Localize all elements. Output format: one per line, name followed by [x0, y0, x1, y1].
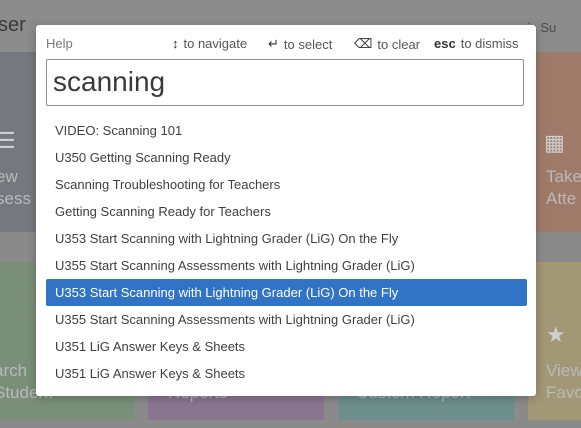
esc-key-label: esc	[434, 36, 456, 51]
help-result-item[interactable]: Getting Scanning Ready for Teachers	[46, 198, 527, 225]
hint-clear-text: to clear	[377, 36, 421, 52]
hint-navigate: ↕ to navigate	[172, 36, 247, 51]
keyboard-hints: Help ↕ to navigate ↵ to select ⌫ to clea…	[36, 36, 536, 52]
up-down-arrow-icon: ↕	[172, 36, 179, 51]
hint-dismiss: esc to dismiss	[434, 36, 519, 51]
help-result-item-selected[interactable]: U353 Start Scanning with Lightning Grade…	[46, 279, 527, 306]
help-label: Help	[46, 36, 73, 51]
hint-select-text: to select	[283, 36, 333, 52]
tile-take-attendance-label: Take Atte	[546, 167, 581, 208]
help-result-item[interactable]: U351 LiG Answer Keys & Sheets	[46, 360, 527, 387]
help-result-item[interactable]: Scanning Troubleshooting for Teachers	[46, 171, 527, 198]
tile-new-assessment: ☰ ew sess	[0, 52, 36, 232]
hint-dismiss-text: to dismiss	[460, 36, 519, 51]
help-result-item[interactable]: U353 Start Scanning with Lightning Grade…	[46, 225, 527, 252]
tile-new-assessment-label: ew sess	[0, 167, 31, 208]
calendar-icon: ▦	[544, 130, 565, 155]
help-search-dialog: Help ↕ to navigate ↵ to select ⌫ to clea…	[36, 25, 536, 396]
hint-clear: ⌫ to clear	[354, 36, 420, 52]
help-result-item[interactable]: U355 Start Scanning Assessments with Lig…	[46, 306, 527, 333]
backspace-key-icon: ⌫	[354, 36, 373, 51]
help-results-list: VIDEO: Scanning 101 U350 Getting Scannin…	[46, 117, 527, 387]
tile-view-favorites-label: View Favo	[546, 361, 581, 402]
page-title: ser	[0, 14, 26, 36]
hint-navigate-text: to navigate	[183, 36, 248, 51]
tile-take-attendance: ▦ Take Atte	[532, 52, 581, 232]
help-result-item[interactable]: U351 LiG Answer Keys & Sheets	[46, 333, 527, 360]
hint-select: ↵ to select	[268, 36, 332, 52]
help-result-item[interactable]: VIDEO: Scanning 101	[46, 117, 527, 144]
help-result-item[interactable]: U350 Getting Scanning Ready	[46, 144, 527, 171]
list-icon: ☰	[0, 128, 16, 153]
help-result-item[interactable]: U355 Start Scanning Assessments with Lig…	[46, 252, 527, 279]
star-icon: ★	[546, 322, 566, 347]
enter-key-icon: ↵	[268, 36, 279, 51]
help-search-input[interactable]: scanning	[46, 59, 524, 106]
